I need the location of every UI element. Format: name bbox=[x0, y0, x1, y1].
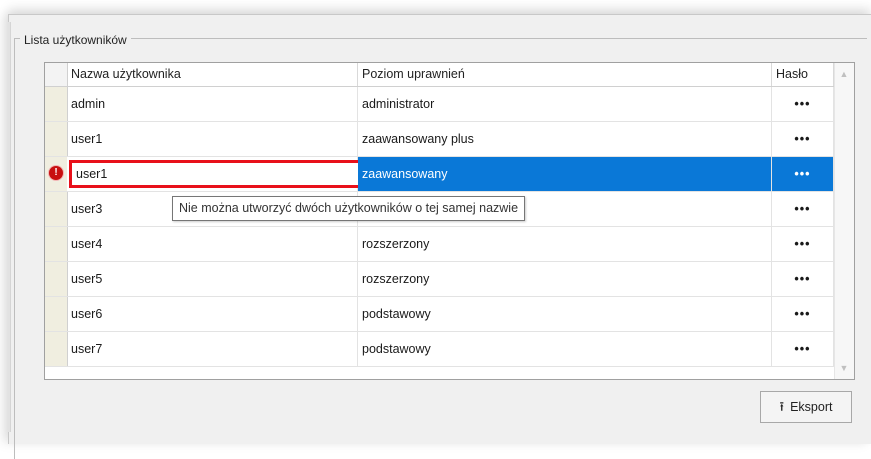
password-cell[interactable]: ••• bbox=[772, 332, 834, 366]
password-cell[interactable]: ••• bbox=[772, 87, 834, 121]
permission-cell[interactable]: podstawowy bbox=[358, 297, 772, 331]
error-icon: ! bbox=[49, 166, 63, 180]
column-header-permission-level[interactable]: Poziom uprawnień bbox=[358, 63, 772, 86]
permission-cell[interactable]: rozszerzony bbox=[358, 227, 772, 261]
password-cell[interactable]: ••• bbox=[772, 227, 834, 261]
username-edit-input[interactable]: user1 bbox=[69, 160, 361, 188]
export-icon: ⭱ bbox=[779, 399, 785, 414]
password-cell[interactable]: ••• bbox=[772, 192, 834, 226]
table-row[interactable]: user4 rozszerzony ••• bbox=[45, 227, 834, 262]
table-row[interactable]: user1 zaawansowany plus ••• bbox=[45, 122, 834, 157]
username-cell[interactable]: user7 bbox=[67, 332, 358, 366]
permission-cell[interactable]: podstawowy bbox=[358, 332, 772, 366]
export-button-label: Eksport bbox=[790, 400, 833, 414]
grid-header: Nazwa użytkownika Poziom uprawnień Hasło bbox=[45, 63, 854, 87]
permission-cell[interactable]: zaawansowany plus bbox=[358, 122, 772, 156]
table-row-selected[interactable]: ! user1 zaawansowany ••• bbox=[45, 157, 834, 192]
username-cell[interactable]: user1 bbox=[67, 122, 358, 156]
export-button[interactable]: ⭱ Eksport bbox=[760, 391, 852, 423]
scroll-up-icon[interactable]: ▲ bbox=[839, 69, 849, 79]
row-selector[interactable] bbox=[45, 192, 68, 226]
row-selector[interactable] bbox=[45, 262, 68, 296]
table-row[interactable]: admin administrator ••• bbox=[45, 87, 834, 122]
users-grid[interactable]: Nazwa użytkownika Poziom uprawnień Hasło… bbox=[44, 62, 855, 380]
scroll-down-icon[interactable]: ▼ bbox=[839, 363, 849, 373]
header-row-selector[interactable] bbox=[45, 63, 68, 86]
vertical-scrollbar[interactable]: ▲ ▼ bbox=[834, 63, 854, 379]
password-cell[interactable]: ••• bbox=[772, 297, 834, 331]
column-header-username[interactable]: Nazwa użytkownika bbox=[67, 63, 358, 86]
table-row[interactable]: user6 podstawowy ••• bbox=[45, 297, 834, 332]
table-row[interactable]: user5 rozszerzony ••• bbox=[45, 262, 834, 297]
validation-tooltip: Nie można utworzyć dwóch użytkowników o … bbox=[172, 196, 526, 221]
column-header-password[interactable]: Hasło bbox=[772, 63, 834, 86]
row-selector[interactable] bbox=[45, 227, 68, 261]
row-selector[interactable] bbox=[45, 332, 68, 366]
password-cell[interactable]: ••• bbox=[772, 157, 834, 191]
panel-edge bbox=[8, 22, 11, 432]
row-selector[interactable] bbox=[45, 297, 68, 331]
username-cell-editing[interactable]: user1 bbox=[67, 157, 361, 191]
row-selector[interactable] bbox=[45, 122, 68, 156]
groupbox-title: Lista użytkowników bbox=[20, 33, 131, 47]
username-cell[interactable]: user6 bbox=[67, 297, 358, 331]
username-cell[interactable]: user4 bbox=[67, 227, 358, 261]
username-cell[interactable]: admin bbox=[67, 87, 358, 121]
permission-cell[interactable]: zaawansowany bbox=[358, 157, 772, 191]
password-cell[interactable]: ••• bbox=[772, 262, 834, 296]
username-cell[interactable]: user5 bbox=[67, 262, 358, 296]
permission-cell[interactable]: rozszerzony bbox=[358, 262, 772, 296]
permission-cell[interactable]: administrator bbox=[358, 87, 772, 121]
row-selector[interactable] bbox=[45, 87, 68, 121]
table-row[interactable]: user7 podstawowy ••• bbox=[45, 332, 834, 367]
password-cell[interactable]: ••• bbox=[772, 122, 834, 156]
row-selector[interactable]: ! bbox=[45, 157, 68, 191]
